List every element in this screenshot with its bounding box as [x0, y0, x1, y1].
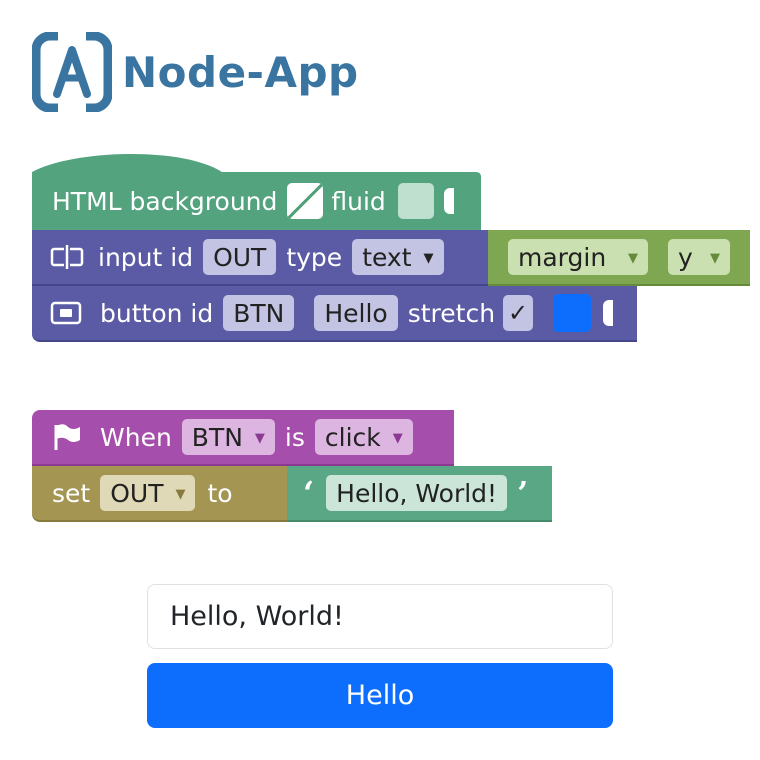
event-block[interactable]: When BTN ▼ is click ▼ — [32, 410, 454, 466]
input-connector-notch — [443, 188, 454, 214]
flag-icon — [54, 424, 80, 450]
app-title: Node-App — [122, 47, 359, 97]
button-id-label: button id — [100, 298, 214, 328]
button-text-field[interactable]: Hello — [314, 295, 398, 331]
open-quote-icon: ‘ — [303, 474, 315, 512]
close-quote-icon: ’ — [517, 474, 529, 512]
button-id-field[interactable]: BTN — [223, 295, 295, 331]
margin-style-block[interactable]: margin ▼ y ▼ — [488, 230, 750, 286]
button-icon — [50, 301, 82, 325]
output-text-input[interactable] — [147, 584, 613, 649]
input-type-label: type — [286, 242, 343, 272]
event-target-value: BTN — [191, 422, 243, 452]
fluid-checkbox[interactable] — [397, 183, 434, 219]
variable-dropdown[interactable]: OUT ▼ — [100, 475, 196, 511]
html-background-label: HTML background — [52, 186, 278, 216]
stretch-label: stretch — [407, 298, 496, 328]
input-icon — [50, 245, 84, 269]
set-variable-block[interactable]: set OUT ▼ to — [32, 466, 287, 522]
set-label: set — [52, 478, 91, 508]
text-value-field[interactable]: Hello, World! — [326, 475, 508, 511]
variable-value: OUT — [110, 478, 164, 508]
chevron-down-icon: ▼ — [628, 250, 638, 266]
event-type-dropdown[interactable]: click ▼ — [314, 419, 413, 455]
is-label: is — [284, 422, 305, 452]
chevron-down-icon: ▼ — [175, 486, 186, 502]
to-label: to — [207, 478, 233, 508]
chevron-down-icon: ▼ — [710, 250, 720, 266]
html-background-block[interactable]: HTML background fluid — [32, 150, 481, 230]
button-color-swatch[interactable] — [553, 294, 592, 332]
background-color-none-swatch[interactable] — [287, 183, 324, 219]
when-label: When — [100, 422, 172, 452]
style-axis-value: y — [678, 242, 693, 272]
stretch-checkbox[interactable]: ✓ — [503, 295, 534, 331]
button-block[interactable]: button id BTN Hello stretch ✓ — [32, 286, 637, 342]
style-property-value: margin — [518, 242, 607, 272]
style-property-dropdown[interactable]: margin ▼ — [508, 239, 648, 275]
input-id-field[interactable]: OUT — [203, 239, 277, 275]
style-axis-dropdown[interactable]: y ▼ — [668, 239, 730, 275]
input-id-label: input id — [98, 242, 194, 272]
chevron-down-icon: ▼ — [423, 250, 434, 266]
chevron-down-icon: ▼ — [392, 430, 403, 446]
node-app-logo-icon — [32, 32, 112, 112]
input-type-dropdown[interactable]: text ▼ — [352, 239, 444, 275]
fluid-label: fluid — [331, 186, 386, 216]
app-logo: Node-App — [32, 32, 359, 112]
chevron-down-icon: ▼ — [254, 430, 265, 446]
event-target-dropdown[interactable]: BTN ▼ — [181, 419, 275, 455]
text-value-block[interactable]: ‘ Hello, World! ’ — [287, 466, 552, 522]
hello-button[interactable]: Hello — [147, 663, 613, 728]
input-type-value: text — [362, 242, 412, 272]
input-block[interactable]: input id OUT type text ▼ — [32, 230, 498, 286]
event-type-value: click — [324, 422, 381, 452]
input-connector-notch — [603, 300, 614, 326]
